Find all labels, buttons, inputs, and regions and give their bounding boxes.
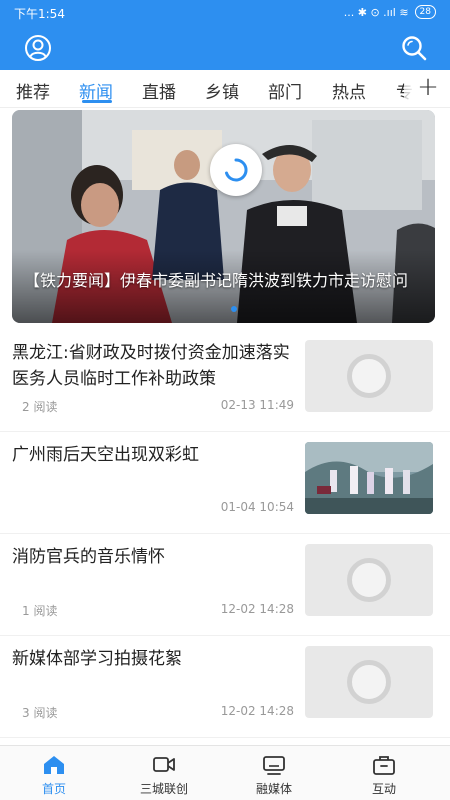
app-header: [0, 26, 450, 70]
news-thumbnail-placeholder: [305, 340, 433, 412]
image-loading-icon: [347, 660, 391, 704]
bottom-tab-bar: 首页 三城联创 融媒体 互动: [0, 745, 450, 800]
status-bar: 下午1:54 ... ✱ ⊙ .ııl ≋ 28: [0, 0, 450, 26]
news-title: 新媒体部学习拍摄花絮: [12, 649, 182, 669]
category-tabs: 推荐 新闻 直播 乡镇 部门 热点 专 +: [0, 70, 450, 108]
tabbar-item-three-cities[interactable]: 三城联创: [124, 746, 204, 800]
search-icon[interactable]: [398, 32, 430, 64]
news-title: 消防官兵的音乐情怀: [12, 547, 165, 567]
status-indicators: ... ✱ ⊙ .ııl ≋ 28: [344, 5, 436, 19]
news-thumbnail-placeholder: [305, 544, 433, 616]
banner-caption: 【铁力要闻】伊春市委副书记隋洪波到铁力市走访慰问: [24, 271, 409, 290]
active-tab-indicator: [82, 100, 112, 103]
monitor-icon: [263, 756, 285, 775]
news-thumbnail: [305, 442, 433, 514]
tab-hot[interactable]: 热点: [332, 78, 366, 103]
news-read-count: 1 阅读: [22, 604, 58, 618]
tabbar-item-media[interactable]: 融媒体: [234, 746, 314, 800]
tabbar-label: 首页: [41, 782, 66, 796]
news-item[interactable]: 黑龙江:省财政及时拨付资金加速落实医务人员临时工作补助政策 2 阅读 02-13…: [0, 330, 450, 432]
news-thumbnail-placeholder: [305, 646, 433, 718]
plus-icon[interactable]: +: [416, 74, 440, 100]
tabbar-item-home[interactable]: 首页: [14, 746, 94, 800]
news-item[interactable]: 新媒体部学习拍摄花絮 3 阅读 12-02 14:28: [0, 636, 450, 738]
news-date: 12-02 14:28: [220, 704, 294, 718]
status-time: 下午1:54: [14, 7, 65, 21]
tab-towns[interactable]: 乡镇: [205, 78, 239, 103]
news-read-count: 2 阅读: [22, 400, 58, 414]
news-item[interactable]: 广州雨后天空出现双彩虹 01-04 10:54: [0, 432, 450, 534]
news-date: 02-13 11:49: [220, 398, 294, 412]
news-read-count: 3 阅读: [22, 706, 58, 720]
tab-live[interactable]: 直播: [142, 78, 176, 103]
news-date: 12-02 14:28: [220, 602, 294, 616]
tab-recommend[interactable]: 推荐: [16, 78, 50, 103]
battery-indicator: 28: [414, 5, 436, 19]
status-indicator-icons: ... ✱ ⊙ .ııl ≋: [343, 5, 409, 19]
news-title: 广州雨后天空出现双彩虹: [12, 445, 199, 465]
tabbar-item-interact[interactable]: 互动: [344, 746, 424, 800]
video-icon: [153, 757, 175, 772]
image-loading-icon: [347, 558, 391, 602]
news-item[interactable]: 消防官兵的音乐情怀 1 阅读 12-02 14:28: [0, 534, 450, 636]
carousel-indicator-dot: [231, 306, 237, 312]
tabbar-label: 互动: [371, 782, 396, 796]
tab-departments[interactable]: 部门: [268, 78, 302, 103]
tabbar-label: 三城联创: [139, 782, 188, 796]
news-date: 01-04 10:54: [220, 500, 294, 514]
thumbnail-photo: [305, 442, 433, 514]
user-circle-icon[interactable]: [22, 32, 54, 64]
tabbar-label: 融媒体: [255, 782, 292, 796]
image-loading-icon: [347, 354, 391, 398]
news-title: 黑龙江:省财政及时拨付资金加速落实医务人员临时工作补助政策: [12, 343, 290, 389]
home-icon: [44, 756, 64, 774]
banner-carousel[interactable]: 【铁力要闻】伊春市委副书记隋洪波到铁力市走访慰问: [12, 110, 435, 323]
briefcase-icon: [373, 756, 395, 775]
loading-spinner-icon: [210, 144, 262, 196]
